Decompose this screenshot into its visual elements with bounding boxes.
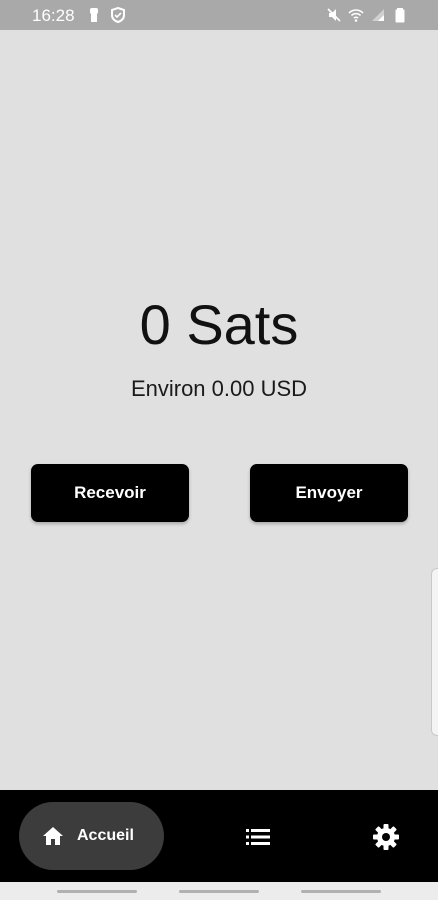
gesture-pill	[57, 890, 137, 893]
wifi-icon	[348, 9, 364, 22]
status-bar: 16:28	[0, 0, 438, 30]
list-icon[interactable]	[245, 824, 271, 850]
mute-icon	[327, 8, 341, 22]
balance-amount: 0 Sats	[139, 293, 299, 356]
gear-icon[interactable]	[372, 823, 400, 851]
person-icon	[90, 8, 98, 22]
gesture-pill	[179, 890, 259, 893]
status-time: 16:28	[32, 6, 75, 25]
battery-icon	[395, 8, 405, 23]
bottom-navigation: Accueil	[0, 790, 438, 882]
gesture-pill	[301, 890, 381, 893]
send-button[interactable]: Envoyer	[250, 464, 408, 522]
nav-home-tab[interactable]: Accueil	[19, 802, 164, 870]
receive-button[interactable]: Recevoir	[31, 464, 189, 522]
wallet-screen: 16:28 0 Sats Environ 0.00 USD Recevoir E…	[0, 0, 438, 900]
signal-icon	[372, 9, 384, 21]
home-icon	[43, 827, 63, 845]
nav-home-label: Accueil	[77, 827, 134, 844]
system-gesture-bar	[0, 882, 438, 900]
fiat-equivalent: Environ 0.00 USD	[130, 376, 308, 401]
edge-panel-handle[interactable]	[431, 568, 438, 736]
shield-icon	[111, 7, 125, 23]
